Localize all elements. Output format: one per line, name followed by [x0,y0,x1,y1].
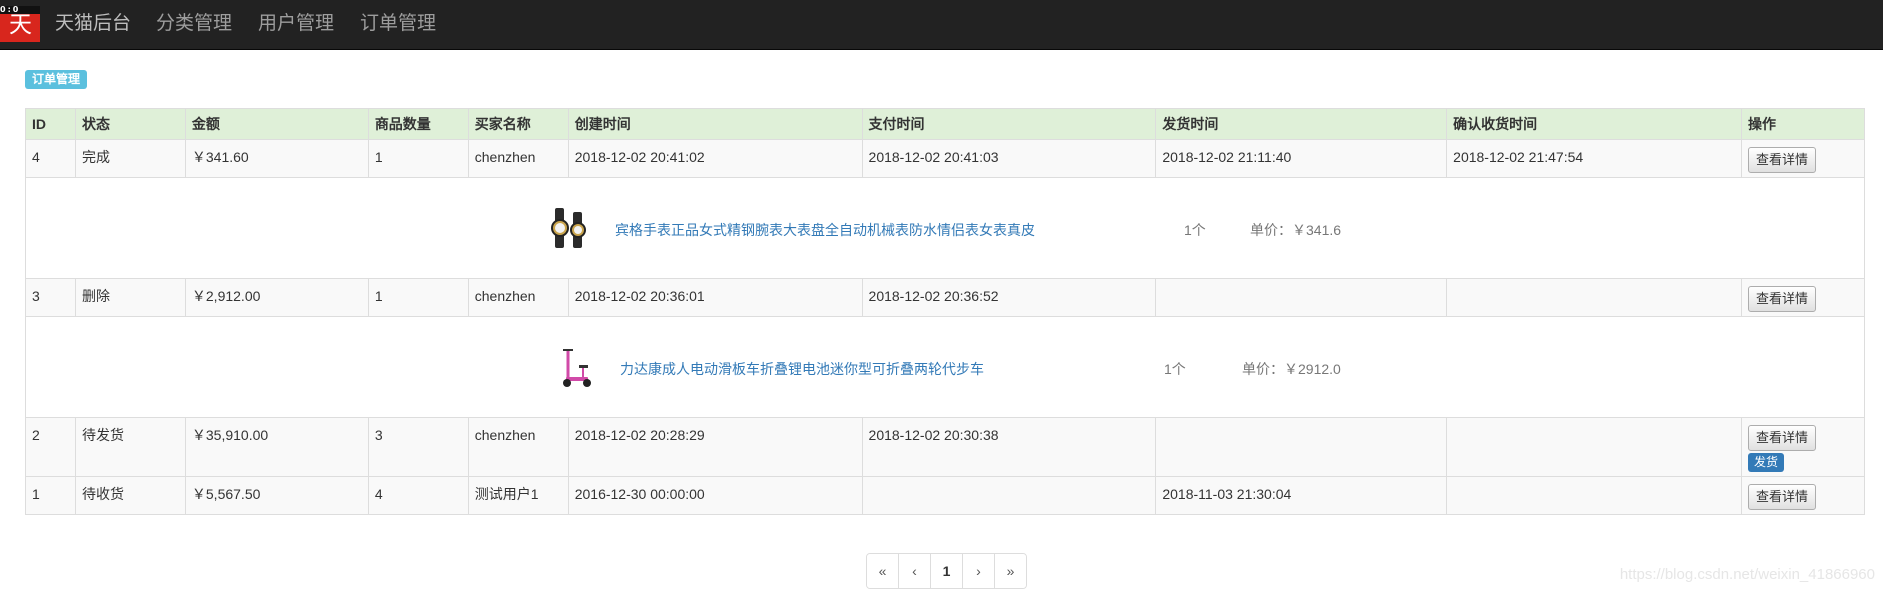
cell-buyer: chenzhen [467,417,569,477]
cell-buyer: chenzhen [467,278,569,317]
order-detail-cell: 宾格手表正品女式精钢腕表大表盘全自动机械表防水情侣表女表真皮 1个 单价：￥34… [25,177,1865,279]
page-prev-button[interactable]: ‹ [898,554,930,588]
orders-table: ID 状态 金额 商品数量 买家名称 创建时间 支付时间 发货时间 确认收货时间… [25,108,1866,515]
cell-amount: ￥341.60 [184,139,369,178]
cell-buyer: 测试用户1 [467,476,569,515]
view-details-button[interactable]: 查看详情 [1747,484,1816,510]
top-navbar: 0:0 天猫 天猫后台 分类管理 用户管理 订单管理 [0,0,1883,50]
product-price: 单价：￥2912.0 [1242,361,1341,377]
table-row: 2 待发货 ￥35,910.00 3 chenzhen 2018-12-02 2… [25,417,1866,477]
nav-item-orders[interactable]: 订单管理 [360,12,436,36]
cell-buyer: chenzhen [467,139,569,178]
view-details-button[interactable]: 查看详情 [1747,425,1816,451]
tmall-logo[interactable]: 0:0 天猫 [0,6,40,42]
header-count: 商品数量 [367,108,469,140]
header-amount: 金额 [184,108,369,140]
page-next-button[interactable]: › [962,554,994,588]
cell-status: 完成 [74,139,186,178]
cell-shipped [1155,417,1448,477]
view-details-button[interactable]: 查看详情 [1747,286,1816,312]
cell-paid [861,476,1157,515]
cell-actions: 查看详情 [1740,278,1866,317]
product-link[interactable]: 力达康成人电动滑板车折叠锂电池迷你型可折叠两轮代步车 [620,359,984,379]
cell-confirmed [1446,476,1742,515]
watch-product-image[interactable] [551,206,591,250]
pagination: « ‹ 1 › » [866,553,1027,589]
cell-paid: 2018-12-02 20:36:52 [861,278,1157,317]
view-details-button[interactable]: 查看详情 [1747,147,1816,173]
cell-confirmed: 2018-12-02 21:47:54 [1446,139,1742,178]
header-status: 状态 [74,108,186,140]
cell-id: 4 [25,139,76,178]
cell-status: 删除 [74,278,186,317]
product-qty: 1个 [1164,361,1186,377]
table-row: 1 待收货 ￥5,567.50 4 测试用户1 2016-12-30 00:00… [25,476,1866,515]
logo-text: 天猫 [9,12,32,38]
product-qty: 1个 [1184,222,1206,238]
cell-status: 待收货 [74,476,186,515]
cell-amount: ￥5,567.50 [184,476,369,515]
cell-amount: ￥2,912.00 [184,278,369,317]
cell-created: 2016-12-30 00:00:00 [567,476,863,515]
page-first-button[interactable]: « [867,554,898,588]
header-paid: 支付时间 [861,108,1157,140]
watermark-text: https://blog.csdn.net/weixin_41866960 [1619,566,1875,583]
cell-amount: ￥35,910.00 [184,417,369,477]
cell-shipped: 2018-12-02 21:11:40 [1155,139,1448,178]
header-buyer: 买家名称 [467,108,569,140]
header-id: ID [25,108,76,140]
table-row: 3 删除 ￥2,912.00 1 chenzhen 2018-12-02 20:… [25,278,1866,317]
cell-paid: 2018-12-02 20:41:03 [861,139,1157,178]
cell-count: 4 [367,476,469,515]
header-created: 创建时间 [567,108,863,140]
header-actions: 操作 [1740,108,1866,140]
header-confirmed: 确认收货时间 [1446,108,1742,140]
order-detail-cell: 力达康成人电动滑板车折叠锂电池迷你型可折叠两轮代步车 1个 单价：￥2912.0 [25,316,1865,418]
order-detail-row: 宾格手表正品女式精钢腕表大表盘全自动机械表防水情侣表女表真皮 1个 单价：￥34… [25,177,1865,279]
cell-created: 2018-12-02 20:36:01 [567,278,863,317]
cell-created: 2018-12-02 20:41:02 [567,139,863,178]
cell-confirmed [1446,417,1742,477]
cell-count: 1 [367,278,469,317]
cell-shipped: 2018-11-03 21:30:04 [1155,476,1448,515]
page-title-label: 订单管理 [25,70,88,89]
cell-paid: 2018-12-02 20:30:38 [861,417,1157,477]
nav-item-category[interactable]: 分类管理 [156,12,232,36]
nav-item-users[interactable]: 用户管理 [258,12,334,36]
cell-id: 2 [25,417,76,477]
cell-status: 待发货 [74,417,186,477]
cell-id: 3 [25,278,76,317]
cell-created: 2018-12-02 20:28:29 [567,417,863,477]
cell-count: 3 [367,417,469,477]
page-last-button[interactable]: » [994,554,1026,588]
product-price: 单价：￥341.6 [1250,222,1342,238]
page-1-button[interactable]: 1 [930,554,962,588]
table-row: 4 完成 ￥341.60 1 chenzhen 2018-12-02 20:41… [25,139,1866,178]
table-header-row: ID 状态 金额 商品数量 买家名称 创建时间 支付时间 发货时间 确认收货时间… [25,108,1866,140]
logo-top-text: 0:0 [0,6,40,14]
cell-confirmed [1446,278,1742,317]
nav-brand[interactable]: 天猫后台 [55,12,131,36]
product-link[interactable]: 宾格手表正品女式精钢腕表大表盘全自动机械表防水情侣表女表真皮 [615,220,1035,240]
scooter-product-image[interactable] [556,345,596,389]
cell-count: 1 [367,139,469,178]
header-shipped: 发货时间 [1155,108,1448,140]
cell-actions: 查看详情 发货 [1740,417,1866,477]
ship-button[interactable]: 发货 [1747,453,1784,472]
cell-actions: 查看详情 [1740,476,1866,515]
cell-actions: 查看详情 [1740,139,1866,178]
cell-id: 1 [25,476,76,515]
order-detail-row: 力达康成人电动滑板车折叠锂电池迷你型可折叠两轮代步车 1个 单价：￥2912.0 [25,316,1865,418]
cell-shipped [1155,278,1448,317]
